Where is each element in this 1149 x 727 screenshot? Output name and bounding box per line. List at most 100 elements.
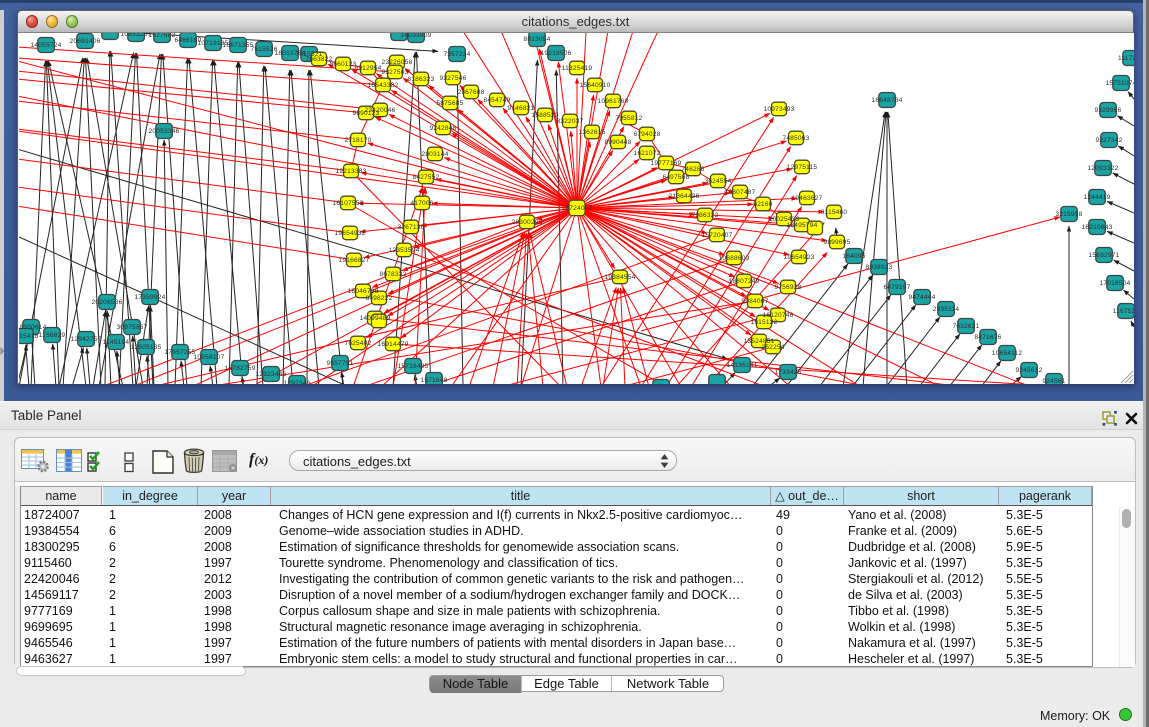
svg-text:8938923: 8938923	[865, 264, 892, 271]
svg-text:8322037: 8322037	[556, 118, 583, 125]
svg-text:18495794: 18495794	[787, 222, 818, 229]
svg-text:16046788: 16046788	[348, 288, 379, 295]
svg-text:12093322: 12093322	[1088, 165, 1119, 172]
svg-text:1167533: 1167533	[1113, 308, 1134, 315]
svg-text:9146821: 9146821	[507, 105, 534, 112]
svg-text:2803144: 2803144	[421, 151, 448, 158]
svg-text:9227342: 9227342	[1095, 137, 1122, 144]
svg-text:6479197: 6479197	[883, 284, 910, 291]
svg-text:8454749: 8454749	[483, 97, 510, 104]
svg-text:12975115: 12975115	[787, 164, 818, 171]
svg-text:19654923: 19654923	[784, 254, 815, 261]
svg-text:18724007: 18724007	[562, 205, 593, 212]
svg-text:15640910: 15640910	[580, 82, 611, 89]
svg-text:417006: 417006	[410, 200, 433, 207]
svg-text:20691406: 20691406	[70, 38, 101, 45]
svg-text:12505135: 12505135	[131, 344, 162, 351]
svg-text:16782759: 16782759	[225, 365, 256, 372]
svg-text:924561: 924561	[1042, 378, 1065, 384]
svg-text:21364436: 21364436	[669, 193, 700, 200]
svg-text:19384554: 19384554	[605, 274, 636, 281]
svg-text:17359924: 17359924	[135, 294, 166, 301]
svg-text:62160: 62160	[753, 201, 772, 208]
svg-text:10958107: 10958107	[194, 354, 225, 361]
svg-text:19463627: 19463627	[792, 195, 823, 202]
svg-text:10653267: 10653267	[121, 33, 152, 38]
svg-text:7632621: 7632621	[952, 323, 979, 330]
svg-text:7986322: 7986322	[691, 212, 718, 219]
svg-text:20053346: 20053346	[149, 128, 180, 135]
svg-text:14099489: 14099489	[360, 315, 391, 322]
svg-text:12213383: 12213383	[336, 168, 367, 175]
svg-text:17957255: 17957255	[165, 349, 196, 356]
svg-text:20206536: 20206536	[92, 299, 123, 306]
svg-text:12353594: 12353594	[389, 247, 420, 254]
svg-text:12942757: 12942757	[71, 336, 102, 343]
svg-text:6497568: 6497568	[662, 174, 689, 181]
svg-text:15720407: 15720407	[702, 232, 733, 239]
svg-text:1527602: 1527602	[148, 33, 175, 39]
svg-text:16543382: 16543382	[368, 82, 399, 89]
svg-text:10807487: 10807487	[725, 189, 756, 196]
svg-text:9474444: 9474444	[908, 294, 935, 301]
svg-text:23226058: 23226058	[382, 59, 413, 66]
svg-text:9890123: 9890123	[352, 110, 379, 117]
svg-text:18807249: 18807249	[729, 278, 760, 285]
svg-text:9084067: 9084067	[741, 298, 768, 305]
svg-text:2867608: 2867608	[457, 89, 484, 96]
svg-text:9756928: 9756928	[774, 284, 801, 291]
svg-text:16107553: 16107553	[333, 200, 364, 207]
svg-text:8471676: 8471676	[974, 334, 1001, 341]
svg-text:15751074: 15751074	[1106, 80, 1134, 87]
svg-text:19218506: 19218506	[541, 50, 572, 57]
svg-text:6794028: 6794028	[633, 131, 660, 138]
svg-text:16671355: 16671355	[223, 42, 254, 49]
svg-text:252254: 252254	[761, 344, 784, 351]
svg-text:19654932: 19654932	[335, 230, 366, 237]
svg-text:6498222: 6498222	[365, 295, 392, 302]
svg-text:14055724: 14055724	[31, 42, 62, 49]
svg-text:7955812: 7955812	[615, 115, 642, 122]
svg-text:8660123: 8660123	[329, 61, 356, 68]
svg-text:16210643: 16210643	[1082, 224, 1113, 231]
svg-text:1571648: 1571648	[420, 377, 447, 384]
svg-text:9329966: 9329966	[1094, 107, 1121, 114]
svg-text:28300293: 28300293	[512, 219, 543, 226]
svg-text:10688609: 10688609	[719, 255, 750, 262]
svg-text:16120746: 16120746	[763, 312, 794, 319]
svg-text:5875685: 5875685	[436, 100, 463, 107]
svg-text:8990448: 8990448	[604, 139, 631, 146]
svg-text:10973493: 10973493	[764, 106, 795, 113]
svg-text:10654112: 10654112	[992, 350, 1023, 357]
svg-text:7485063: 7485063	[782, 135, 809, 142]
svg-text:14136141: 14136141	[727, 362, 758, 369]
svg-text:18350614: 18350614	[19, 324, 47, 331]
svg-text:3267130: 3267130	[397, 224, 424, 231]
svg-text:15716485: 15716485	[398, 363, 429, 370]
svg-text:9327546: 9327546	[439, 75, 466, 82]
svg-text:8678332: 8678332	[379, 271, 406, 278]
svg-text:11325419: 11325419	[562, 65, 593, 72]
svg-text:8427552: 8427552	[412, 174, 439, 181]
svg-text:164095: 164095	[842, 253, 865, 260]
svg-text:1733426: 1733426	[774, 369, 801, 376]
svg-text:9242848: 9242848	[429, 125, 456, 132]
svg-text:9899695: 9899695	[823, 239, 850, 246]
svg-text:7625402: 7625402	[344, 340, 371, 347]
svg-text:1362615: 1362615	[578, 129, 605, 136]
svg-text:2935114: 2935114	[933, 306, 960, 313]
svg-text:17016504: 17016504	[1100, 280, 1131, 287]
svg-text:1615132: 1615132	[750, 319, 777, 326]
svg-text:2718170: 2718170	[344, 137, 371, 144]
svg-text:8912954: 8912954	[354, 65, 381, 72]
svg-text:12323446: 12323446	[256, 371, 287, 378]
svg-text:3915418: 3915418	[19, 333, 39, 340]
svg-text:9115460: 9115460	[821, 209, 848, 216]
svg-text:16033809: 16033809	[401, 33, 432, 39]
svg-text:19777169: 19777169	[651, 160, 682, 167]
svg-text:8813054: 8813054	[523, 36, 550, 43]
svg-text:30975867: 30975867	[117, 324, 148, 331]
svg-text:9245612: 9245612	[1015, 367, 1042, 374]
svg-text:3215958: 3215958	[1055, 211, 1082, 218]
svg-text:16914479: 16914479	[378, 341, 409, 348]
